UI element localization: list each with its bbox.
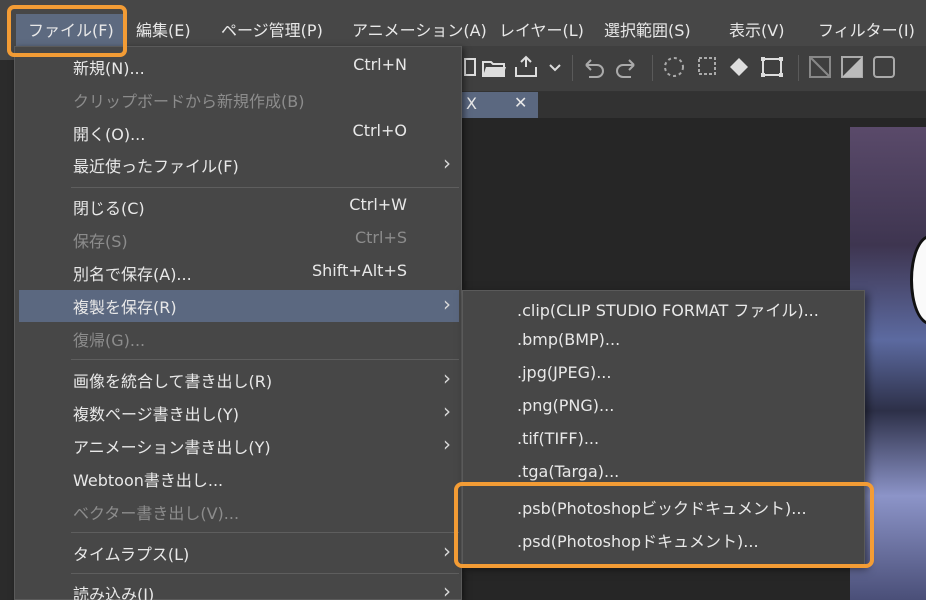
menu-item-timelapse[interactable]: タイムラプス(L) › — [19, 537, 459, 569]
shortcut-label: Shift+Alt+S — [312, 261, 407, 280]
menu-selection[interactable]: 選択範囲(S) — [604, 14, 691, 48]
menu-filter[interactable]: フィルター(I) — [818, 14, 915, 48]
menu-edit[interactable]: 編集(E) — [136, 14, 191, 48]
command-bar — [462, 46, 926, 92]
lasso-select-icon[interactable] — [660, 53, 688, 81]
menu-item-label: 保存(S) — [73, 232, 128, 251]
submenu-item-bmp[interactable]: .bmp(BMP)... — [463, 326, 864, 359]
select-all-icon[interactable] — [694, 53, 722, 81]
menu-item-label: 閉じる(C) — [73, 199, 145, 218]
menu-item-new-from-clipboard: クリップボードから新規作成(B) — [19, 84, 459, 116]
menu-item-save-as[interactable]: 別名で保存(A)... Shift+Alt+S — [19, 257, 459, 289]
menu-item-label: .png(PNG)... — [517, 396, 615, 415]
menu-item-label: 複数ページ書き出し(Y) — [73, 405, 239, 424]
open-folder-icon[interactable] — [480, 53, 508, 81]
menu-item-label: .bmp(BMP)... — [517, 330, 621, 349]
menu-item-label: Webtoon書き出し... — [73, 471, 224, 490]
menu-item-label: .clip(CLIP STUDIO FORMAT ファイル)... — [517, 301, 819, 320]
menu-item-label: 復帰(G)... — [73, 331, 146, 350]
menu-item-save: 保存(S) Ctrl+S — [19, 224, 459, 256]
shortcut-label: Ctrl+W — [349, 195, 407, 214]
submenu-item-tif[interactable]: .tif(TIFF)... — [463, 425, 864, 458]
menu-item-label: 新規(N)... — [73, 59, 145, 78]
menu-animation[interactable]: アニメーション(A) — [352, 14, 487, 48]
fill-icon[interactable] — [726, 53, 754, 81]
menu-item-export-webtoon[interactable]: Webtoon書き出し... — [19, 463, 459, 495]
close-icon[interactable]: ✕ — [514, 93, 527, 112]
menu-separator — [71, 573, 459, 574]
document-tab-strip: X ✕ — [462, 92, 926, 118]
chevron-right-icon: › — [443, 292, 451, 316]
menu-item-label: .tga(Targa)... — [517, 462, 620, 481]
chevron-right-icon: › — [443, 539, 451, 563]
toolbar-divider — [652, 55, 653, 81]
app-window: ファイル(F) 編集(E) ページ管理(P) アニメーション(A) レイヤー(L… — [0, 0, 926, 600]
tab-title: X — [466, 94, 477, 113]
export-icon[interactable] — [512, 53, 540, 81]
menu-separator — [71, 359, 459, 360]
chevron-down-icon[interactable] — [542, 53, 570, 81]
menu-item-recent-files[interactable]: 最近使ったファイル(F) › — [19, 149, 459, 181]
shortcut-label: Ctrl+O — [352, 121, 407, 140]
toolbar-divider — [572, 55, 573, 81]
submenu-item-clip[interactable]: .clip(CLIP STUDIO FORMAT ファイル)... — [463, 293, 864, 326]
menu-item-import[interactable]: 読み込み(I) › — [19, 577, 459, 600]
chevron-right-icon: › — [443, 432, 451, 456]
menu-item-close[interactable]: 閉じる(C) Ctrl+W — [19, 191, 459, 223]
menu-item-label: クリップボードから新規作成(B) — [73, 92, 305, 111]
menu-item-label: 複製を保存(R) — [73, 298, 177, 317]
redo-icon[interactable] — [612, 53, 640, 81]
shortcut-label: Ctrl+N — [353, 55, 407, 74]
frame-icon[interactable] — [870, 53, 898, 81]
chevron-right-icon: › — [443, 579, 451, 600]
chevron-right-icon: › — [443, 366, 451, 390]
document-tab[interactable]: X ✕ — [462, 92, 538, 118]
menu-item-label: 読み込み(I) — [73, 585, 155, 600]
menu-page-management[interactable]: ページ管理(P) — [221, 14, 323, 48]
menu-separator — [71, 532, 459, 533]
menu-item-export-merged[interactable]: 画像を統合して書き出し(R) › — [19, 364, 459, 396]
menu-separator — [71, 187, 459, 188]
menu-item-label: 開く(O)... — [73, 125, 146, 144]
shortcut-label: Ctrl+S — [354, 228, 407, 247]
menu-item-label: .jpg(JPEG)... — [517, 363, 612, 382]
file-menu-dropdown: 新規(N)... Ctrl+N クリップボードから新規作成(B) 開く(O)..… — [14, 46, 462, 600]
menu-item-revert: 復帰(G)... — [19, 323, 459, 355]
menu-item-label: ベクター書き出し(V)... — [73, 504, 240, 523]
menu-item-export-multiple-pages[interactable]: 複数ページ書き出し(Y) › — [19, 397, 459, 429]
fill-selection-icon[interactable] — [838, 53, 866, 81]
clear-icon[interactable] — [806, 53, 834, 81]
menu-item-label: 画像を統合して書き出し(R) — [73, 372, 273, 391]
transform-icon[interactable] — [758, 53, 786, 81]
submenu-item-jpg[interactable]: .jpg(JPEG)... — [463, 359, 864, 392]
menu-item-open[interactable]: 開く(O)... Ctrl+O — [19, 117, 459, 149]
menu-item-export-animation[interactable]: アニメーション書き出し(Y) › — [19, 430, 459, 462]
menu-layer[interactable]: レイヤー(L) — [499, 14, 584, 48]
menu-view[interactable]: 表示(V) — [729, 14, 784, 48]
menu-item-save-copy[interactable]: 複製を保存(R) › — [19, 290, 459, 322]
menu-item-label: 最近使ったファイル(F) — [73, 157, 239, 176]
menu-item-label: アニメーション書き出し(Y) — [73, 438, 271, 457]
menu-item-label: タイムラプス(L) — [73, 545, 190, 564]
menu-item-label: .tif(TIFF)... — [517, 429, 600, 448]
chevron-right-icon: › — [443, 151, 451, 175]
submenu-item-png[interactable]: .png(PNG)... — [463, 392, 864, 425]
annotation-highlight-psd-options — [454, 482, 874, 568]
chevron-right-icon: › — [443, 399, 451, 423]
menu-item-label: 別名で保存(A)... — [73, 265, 192, 284]
toolbar-divider — [798, 55, 799, 81]
undo-icon[interactable] — [580, 53, 608, 81]
menu-item-export-vector: ベクター書き出し(V)... — [19, 496, 459, 528]
annotation-highlight-file-menu — [7, 5, 127, 57]
